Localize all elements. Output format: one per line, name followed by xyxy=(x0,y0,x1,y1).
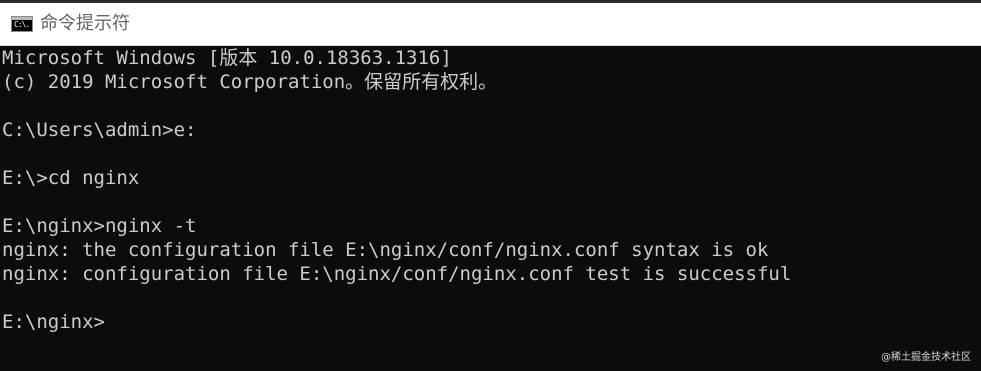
console-line: Microsoft Windows [版本 10.0.18363.1316] xyxy=(2,47,452,69)
command-prompt-icon: C:\. xyxy=(11,16,33,32)
console-lines: Microsoft Windows [版本 10.0.18363.1316] (… xyxy=(2,46,791,334)
icon-prompt-glyph: C:\. xyxy=(14,20,30,29)
console-line: E:\nginx>nginx -t xyxy=(2,215,197,237)
window-title: 命令提示符 xyxy=(40,13,130,34)
title-bar[interactable]: C:\. 命令提示符 xyxy=(0,3,981,46)
console-line: E:\>cd nginx xyxy=(2,167,140,189)
watermark: @稀土掘金技术社区 xyxy=(881,352,971,363)
console-output[interactable]: Microsoft Windows [版本 10.0.18363.1316] (… xyxy=(0,46,981,371)
console-line: C:\Users\admin>e: xyxy=(2,119,197,141)
console-line: nginx: the configuration file E:\nginx/c… xyxy=(2,239,769,261)
console-prompt-line[interactable]: E:\nginx> xyxy=(2,310,791,334)
console-line: nginx: configuration file E:\nginx/conf/… xyxy=(2,263,792,285)
console-line: (c) 2019 Microsoft Corporation。保留所有权利。 xyxy=(2,71,498,93)
